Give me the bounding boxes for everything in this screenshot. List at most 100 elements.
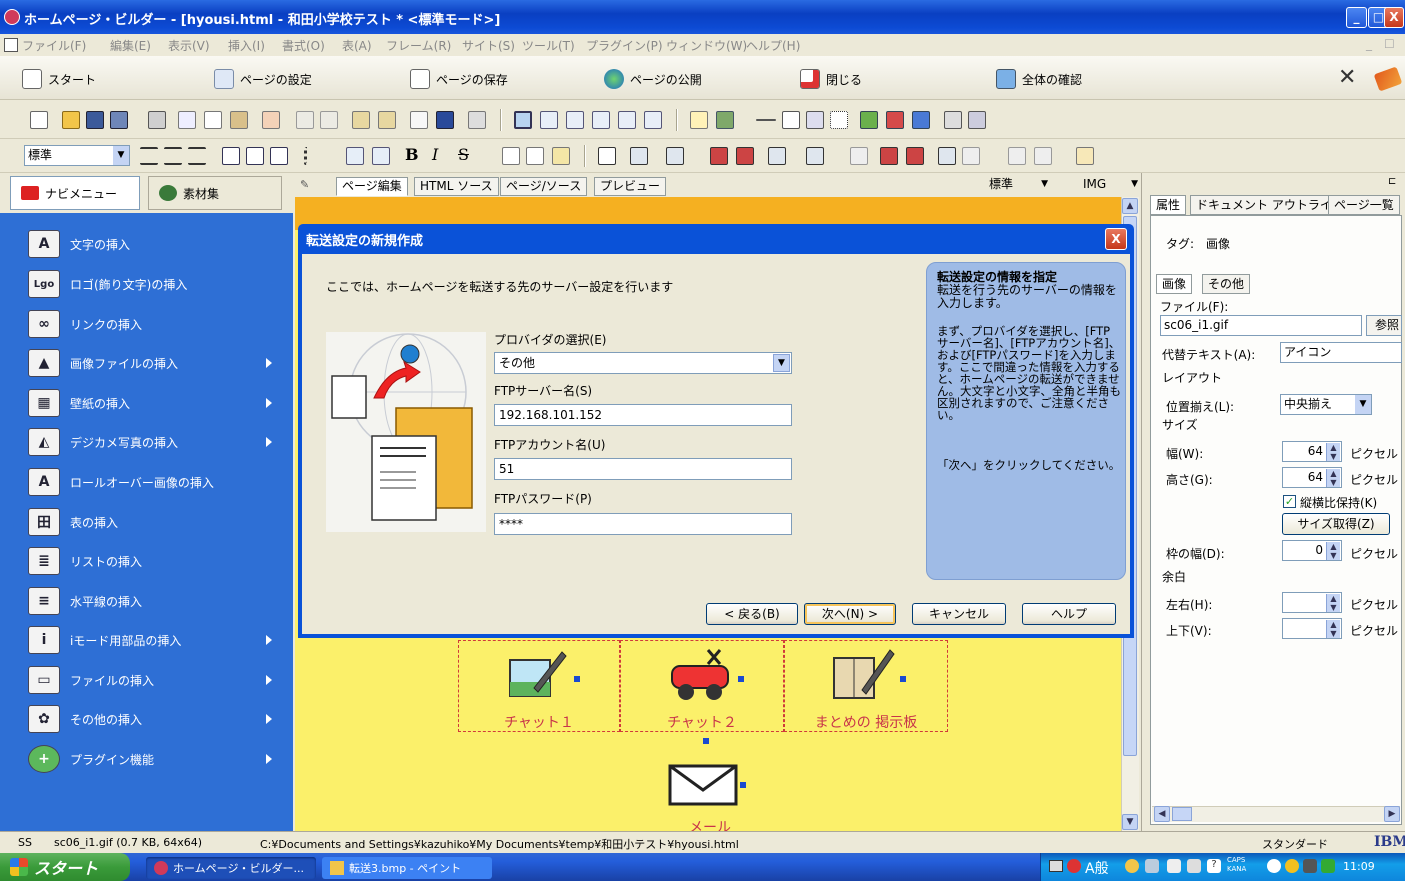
redo-icon[interactable] [320,111,338,129]
align-center-icon[interactable] [164,147,182,165]
cell-height-icon[interactable] [1034,147,1052,165]
nav-item-insert-logo[interactable]: Lgo ロゴ(飾り文字)の挿入 [28,269,187,299]
italic-button[interactable]: I [432,145,438,164]
tools-icon[interactable]: ✕ [1338,67,1362,90]
insert-row-icon[interactable] [630,147,648,165]
cell-props-icon[interactable] [850,147,868,165]
frame-view-icon[interactable] [540,111,558,129]
tray-app-icon[interactable] [1145,859,1159,873]
menu-edit[interactable]: 編集(E) [110,37,151,54]
menu-insert[interactable]: 挿入(I) [228,37,265,54]
save-icon[interactable] [86,111,104,129]
save-all-icon[interactable] [110,111,128,129]
get-size-button[interactable]: サイズ取得(Z) [1282,513,1390,535]
alt-text-input[interactable]: アイコン [1280,342,1402,363]
cell-align-icon[interactable] [938,147,956,165]
cut-icon[interactable] [178,111,196,129]
nav-item-insert-link[interactable]: ∞ リンクの挿入 [28,309,142,339]
title-bar[interactable]: ホームページ・ビルダー - [hyousi.html - 和田小学校テスト * … [0,0,1405,34]
tab-page-source[interactable]: ページ/ソース [500,177,588,196]
cell-red-icon[interactable] [880,147,898,165]
eraser-icon[interactable] [262,111,280,129]
split-cell-icon[interactable] [806,147,824,165]
dialog-close-button[interactable]: X [1105,228,1127,250]
html-tag-icon[interactable] [410,111,428,129]
provider-select[interactable]: その他 ▼ [494,352,792,374]
browse-button[interactable]: 参照 [1366,315,1402,336]
preview-icon[interactable] [468,111,486,129]
start-button[interactable]: スタート [0,853,130,881]
layout-frame-icon[interactable] [830,111,848,129]
start-page-button[interactable]: スタート [22,68,96,90]
width-spinner[interactable]: ▲ ▼ [1326,443,1340,461]
font-smaller-icon[interactable] [526,147,544,165]
menu-help[interactable]: ヘルプ(H) [746,37,800,54]
close-page-button[interactable]: 閉じる [800,68,862,90]
align-right-icon[interactable] [188,147,206,165]
tab-html-source[interactable]: HTML ソース [414,177,499,196]
new-file-icon[interactable] [30,111,48,129]
window-icon[interactable] [912,111,930,129]
layout-view-icon[interactable] [514,111,532,129]
bold-button[interactable]: B [405,145,419,164]
tab-page-list[interactable]: ページ一覧 [1328,195,1400,215]
save-page-button[interactable]: ページの保存 [410,68,508,90]
nav-item-insert-table[interactable]: 田 表の挿入 [28,507,118,537]
tray-pen-icon[interactable] [1167,859,1181,873]
book-icon[interactable] [1373,66,1403,92]
mdi-restore-button[interactable]: ☐ [1384,37,1395,51]
keep-ratio-checkbox[interactable]: ✓ [1283,495,1296,508]
check-icon[interactable] [944,111,962,129]
table-view-icon[interactable] [566,111,584,129]
cancel-button[interactable]: キャンセル [912,603,1006,625]
minimize-button[interactable]: _ [1346,7,1367,28]
taskbar-item-paint[interactable]: 転送3.bmp - ペイント [322,857,492,879]
help-button[interactable]: ヘルプ [1022,603,1116,625]
nav-item-insert-other[interactable]: ✿ その他の挿入 [28,704,142,734]
publish-page-button[interactable]: ページの公開 [604,68,702,90]
tab-navmenu[interactable]: ナビメニュー [10,176,140,210]
ftp-account-input[interactable]: 51 [494,458,792,480]
tab-document-outliner[interactable]: ドキュメント アウトライナ [1190,195,1350,215]
tab-materials[interactable]: 素材集 [148,176,282,210]
ime-mode[interactable]: A般 [1085,858,1109,878]
tray-app-icon[interactable] [1125,859,1139,873]
menu-format[interactable]: 書式(O) [282,37,325,54]
margin-tb-spinner[interactable]: ▲ ▼ [1326,620,1340,638]
nav-item-plugin[interactable]: + プラグイン機能 [28,744,154,774]
print-icon[interactable] [148,111,166,129]
edit-style-icon[interactable] [352,111,370,129]
close-button[interactable]: X [1384,7,1404,28]
scroll-up-button[interactable]: ▲ [1122,198,1138,214]
menu-table[interactable]: 表(A) [342,37,372,54]
tray-back-icon[interactable] [1267,859,1281,873]
tray-network-icon[interactable] [1321,859,1335,873]
edit-window-icon[interactable] [968,111,986,129]
ftp-password-input[interactable]: **** [494,513,792,535]
marker-icon[interactable] [886,111,904,129]
insert-column-icon[interactable] [666,147,684,165]
delete-column-icon[interactable] [736,147,754,165]
indent-icon[interactable] [372,147,390,165]
plugin-icon[interactable] [860,111,878,129]
mode-select[interactable]: 標準 ▼ [960,175,1052,196]
border-width-spinner[interactable]: ▲ ▼ [1326,542,1340,560]
valign-top-icon[interactable] [222,147,240,165]
subtab-other[interactable]: その他 [1202,274,1251,294]
edit-attr-icon[interactable] [378,111,396,129]
mdi-minimize-button[interactable]: _ [1366,37,1372,51]
nav-item-insert-rollover[interactable]: A ロールオーバー画像の挿入 [28,467,214,497]
pin-icon[interactable]: ⊏ [1388,176,1396,187]
table-grid-icon[interactable] [598,147,616,165]
nav-item-insert-imode[interactable]: i iモード用部品の挿入 [28,625,181,655]
font-color-icon[interactable] [552,147,570,165]
tray-globe-icon[interactable] [1285,859,1299,873]
copy-icon[interactable] [204,111,222,129]
menu-frame[interactable]: フレーム(R) [386,37,451,54]
insert-table-icon[interactable] [782,111,800,129]
internet-explorer-icon[interactable] [436,111,454,129]
scroll-right-button[interactable]: ▶ [1384,806,1400,822]
next-button[interactable]: 次へ(N) > [804,603,896,625]
menu-site[interactable]: サイト(S) [462,37,515,54]
menu-window[interactable]: ウィンドウ(W) [666,37,747,54]
